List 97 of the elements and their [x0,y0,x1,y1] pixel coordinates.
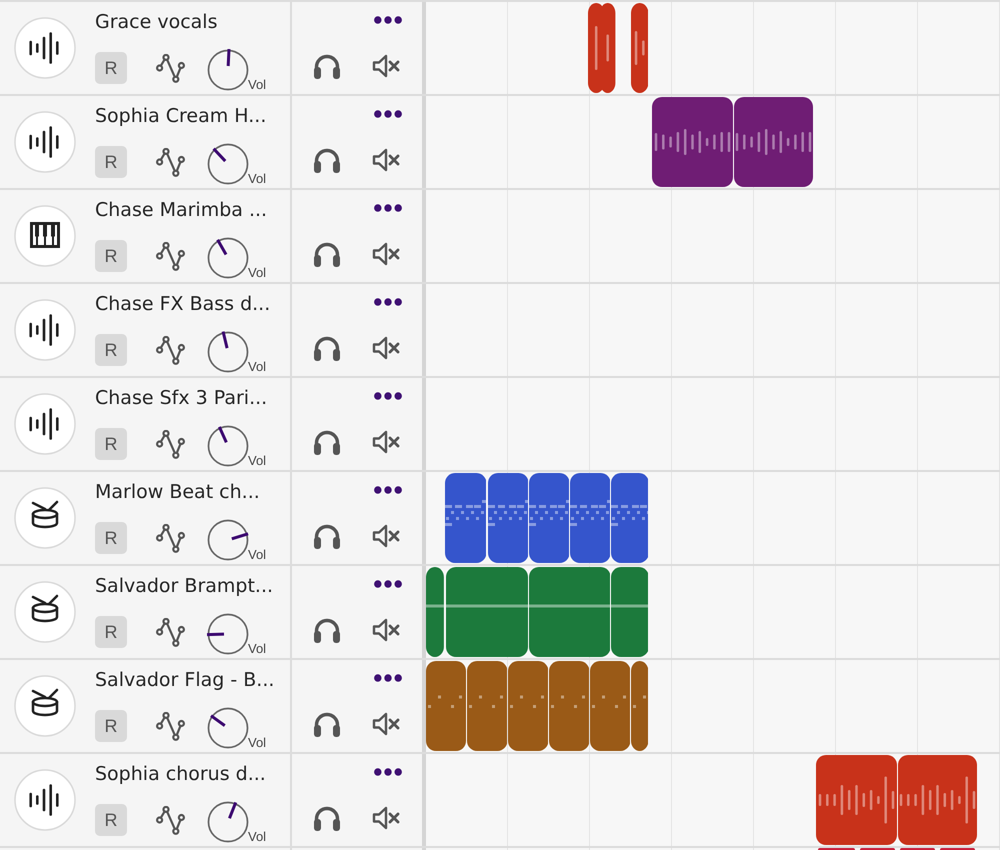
headphones-icon[interactable] [312,241,342,267]
node-graph-icon[interactable] [156,524,185,552]
timeline-clip[interactable] [900,848,935,850]
waveform-icon[interactable] [14,111,76,173]
timeline-clip[interactable] [940,848,975,850]
headphones-icon[interactable] [312,147,342,173]
record-button[interactable]: R [95,804,127,836]
node-graph-icon[interactable] [156,54,185,82]
record-button[interactable]: R [95,616,127,648]
track-name: Salvador Brampt... [95,575,274,597]
track-name: Salvador Flag - B... [95,669,274,691]
more-icon[interactable] [374,204,402,212]
node-graph-icon[interactable] [156,712,185,740]
drum-pattern-clip[interactable] [631,661,648,751]
headphones-icon[interactable] [312,711,342,737]
drum-pattern-clip[interactable] [610,473,648,563]
node-graph-icon[interactable] [156,336,185,364]
record-button[interactable]: R [95,522,127,554]
record-button[interactable]: R [95,240,127,272]
drum-pattern-clip[interactable] [549,661,590,751]
knob-label: Vol [248,171,266,186]
knob-label: Vol [248,265,266,280]
record-button[interactable]: R [95,334,127,366]
drum-pattern-clip[interactable] [590,661,630,751]
drum-pattern-clip[interactable] [528,473,570,563]
audio-clip[interactable] [734,97,812,187]
headphones-icon[interactable] [312,617,342,643]
headphones-icon[interactable] [312,523,342,549]
track-name: Sophia Cream H... [95,105,266,127]
record-button[interactable]: R [95,52,127,84]
knob-label: Vol [248,829,266,844]
headphones-icon[interactable] [312,429,342,455]
record-button[interactable]: R [95,146,127,178]
speaker-muted-icon[interactable] [371,241,401,267]
piano-keys-icon[interactable] [14,205,76,267]
track-name: Marlow Beat ch... [95,481,261,503]
track-name: Grace vocals [95,11,218,33]
track-name: Chase Marimba ... [95,199,268,221]
waveform-icon[interactable] [14,393,76,455]
more-icon[interactable] [374,674,402,682]
drum-icon[interactable] [14,581,76,643]
track-name: Chase FX Bass d... [95,293,270,315]
waveform-icon[interactable] [14,17,76,79]
track-name: Sophia chorus d... [95,763,266,785]
node-graph-icon[interactable] [156,148,185,176]
drum-pattern-clip[interactable] [488,473,528,563]
note-clip[interactable] [426,567,444,657]
more-icon[interactable] [374,110,402,118]
headphones-icon[interactable] [312,53,342,79]
drum-pattern-clip[interactable] [467,661,508,751]
note-clip[interactable] [610,567,648,657]
knob-label: Vol [248,453,266,468]
knob-label: Vol [248,641,266,656]
more-icon[interactable] [374,768,402,776]
more-icon[interactable] [374,392,402,400]
speaker-muted-icon[interactable] [371,53,401,79]
drum-pattern-clip[interactable] [426,661,466,751]
waveform-icon[interactable] [14,299,76,361]
note-clip[interactable] [528,567,610,657]
more-icon[interactable] [374,486,402,494]
note-clip[interactable] [446,567,528,657]
more-icon[interactable] [374,16,402,24]
audio-clip[interactable] [600,3,616,93]
timeline-clip[interactable] [860,848,895,850]
drum-icon[interactable] [14,487,76,549]
record-button[interactable]: R [95,710,127,742]
audio-clip[interactable] [898,755,976,845]
record-button[interactable]: R [95,428,127,460]
headphones-icon[interactable] [312,335,342,361]
speaker-muted-icon[interactable] [371,335,401,361]
speaker-muted-icon[interactable] [371,429,401,455]
knob-label: Vol [248,735,266,750]
knob-label: Vol [248,77,266,92]
speaker-muted-icon[interactable] [371,805,401,831]
drum-pattern-clip[interactable] [508,661,548,751]
speaker-muted-icon[interactable] [371,147,401,173]
knob-label: Vol [248,359,266,374]
drum-pattern-clip[interactable] [445,473,486,563]
track-name: Chase Sfx 3 Pari... [95,387,268,409]
audio-clip[interactable] [652,97,732,187]
waveform-icon[interactable] [14,769,76,831]
node-graph-icon[interactable] [156,806,185,834]
speaker-muted-icon[interactable] [371,711,401,737]
node-graph-icon[interactable] [156,618,185,646]
more-icon[interactable] [374,298,402,306]
drum-icon[interactable] [14,675,76,737]
drum-pattern-clip[interactable] [570,473,610,563]
knob-label: Vol [248,547,266,562]
more-icon[interactable] [374,580,402,588]
headphones-icon[interactable] [312,805,342,831]
node-graph-icon[interactable] [156,430,185,458]
audio-clip[interactable] [631,3,648,93]
audio-clip[interactable] [816,755,896,845]
speaker-muted-icon[interactable] [371,523,401,549]
speaker-muted-icon[interactable] [371,617,401,643]
node-graph-icon[interactable] [156,242,185,270]
timeline-clip[interactable] [818,848,855,850]
